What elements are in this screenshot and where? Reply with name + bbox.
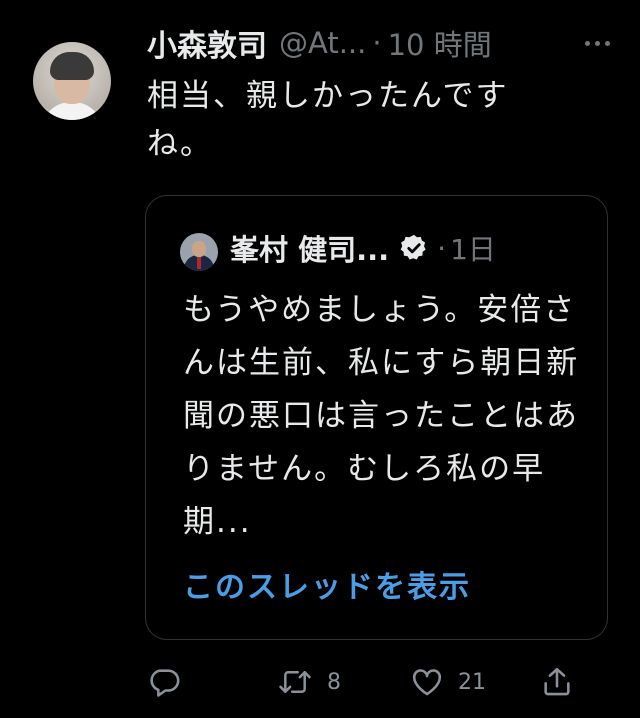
share-button[interactable] <box>540 660 574 704</box>
share-icon <box>540 665 574 699</box>
avatar-hair <box>50 52 94 80</box>
retweet-count: 8 <box>327 669 341 695</box>
tweet-text: 相当、親しかったんですね。 <box>147 78 509 162</box>
header-separator: · <box>372 26 382 60</box>
more-options-icon[interactable] <box>577 28 617 58</box>
heart-icon <box>410 665 444 699</box>
quoted-author-avatar <box>180 233 218 271</box>
author-name[interactable]: 小森敦司 <box>147 21 267 65</box>
retweet-button[interactable]: 8 <box>277 660 341 704</box>
quoted-tweet[interactable]: 峯村 健司... · 1日 もうやめましょう。安倍さんは生前、私にすら朝日新聞の… <box>145 195 608 640</box>
quoted-tweet-header: 峯村 健司... · 1日 <box>230 226 496 270</box>
tweet[interactable]: 小森敦司 @At... · 10 時間 相当、親しかったんですね。 峯村 健司.… <box>0 0 640 718</box>
reply-button[interactable] <box>147 660 181 704</box>
author-avatar[interactable] <box>33 42 111 120</box>
avatar-shirt <box>41 102 103 120</box>
show-thread-link[interactable]: このスレッドを表示 <box>183 562 471 606</box>
tweet-timestamp[interactable]: 10 時間 <box>388 22 492 64</box>
reply-icon <box>147 665 181 699</box>
like-button[interactable]: 21 <box>410 660 486 704</box>
like-count: 21 <box>458 669 486 695</box>
retweet-icon <box>277 665 313 699</box>
quoted-tweet-timestamp: 1日 <box>450 233 496 266</box>
tweet-actions: 8 21 <box>147 660 577 704</box>
quoted-author-name: 峯村 健司... <box>230 233 390 267</box>
quoted-tweet-text: もうやめましょう。安倍さんは生前、私にすら朝日新聞の悪口は言ったことはありません… <box>183 292 580 540</box>
quoted-header-separator: · <box>437 231 447 265</box>
tweet-header: 小森敦司 @At... · 10 時間 <box>147 22 617 64</box>
author-handle[interactable]: @At... <box>279 26 366 60</box>
verified-badge-icon <box>399 233 429 263</box>
